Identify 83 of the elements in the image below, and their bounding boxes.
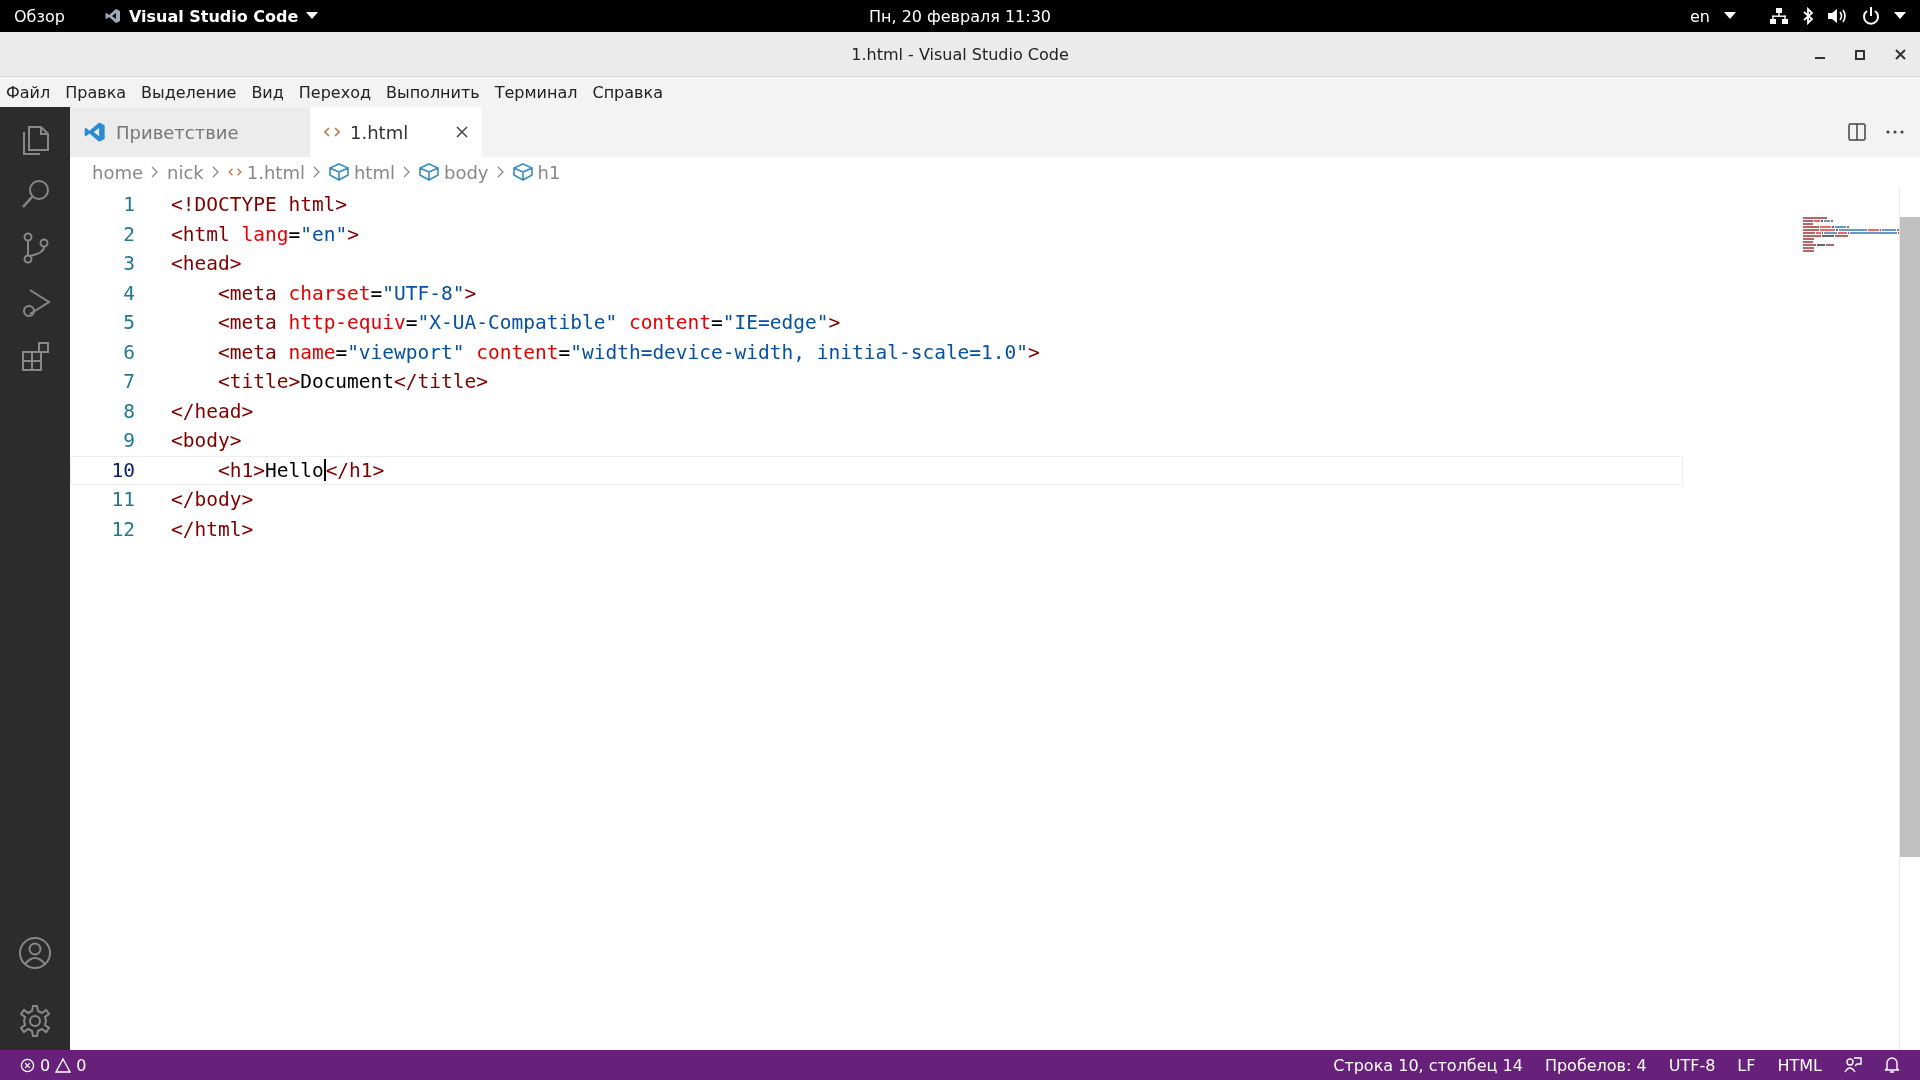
- language-indicator[interactable]: en: [1690, 6, 1710, 26]
- code-line: <h1>Hello</h1>: [216, 458, 385, 482]
- menu-item[interactable]: Справка: [592, 82, 663, 102]
- volume-icon[interactable]: [1828, 8, 1848, 24]
- menu-item[interactable]: Файл: [6, 82, 51, 102]
- app-icon: [104, 8, 121, 24]
- line-number: 10: [110, 458, 135, 482]
- problems-indicator[interactable]: 0 0: [20, 1055, 87, 1075]
- breadcrumb-item[interactable]: h1: [537, 161, 561, 183]
- code-line: <meta http-equiv="X-UA-Compatible" content="IE=edge">: [216, 311, 841, 335]
- line-number: 6: [122, 340, 135, 364]
- breadcrumb-item[interactable]: nick: [167, 161, 204, 183]
- line-number: 11: [110, 488, 135, 512]
- more-icon[interactable]: [1886, 130, 1904, 134]
- menu-item[interactable]: Терминал: [494, 82, 578, 102]
- cube-icon: [512, 163, 533, 181]
- editor-tab[interactable]: 1.html: [310, 107, 482, 157]
- line-number: 4: [122, 281, 135, 305]
- power-icon[interactable]: [1862, 7, 1880, 25]
- line-number: 7: [122, 370, 135, 394]
- close-icon[interactable]: [456, 126, 468, 138]
- code-line: </body>: [171, 488, 254, 512]
- code-line: <meta charset="UTF-8">: [216, 281, 477, 305]
- dropdown-icon[interactable]: [306, 12, 319, 20]
- line-number: 3: [122, 252, 135, 276]
- menu-item[interactable]: Правка: [65, 82, 127, 102]
- app-name[interactable]: Visual Studio Code: [128, 6, 299, 26]
- cursor-position[interactable]: Строка 10, столбец 14: [1333, 1055, 1523, 1075]
- dropdown-icon[interactable]: [1724, 12, 1736, 20]
- code-line: <head>: [171, 252, 242, 276]
- cube-icon: [328, 163, 349, 181]
- code-icon: [324, 126, 340, 138]
- clock[interactable]: Пн, 20 февраля 11:30: [868, 6, 1052, 26]
- code-line: <body>: [171, 429, 242, 453]
- breadcrumb-item[interactable]: body: [443, 161, 489, 183]
- account-icon[interactable]: [18, 936, 52, 970]
- line-number: 8: [122, 399, 135, 423]
- activities-button[interactable]: Обзор: [14, 6, 65, 26]
- chevron-icon: [312, 166, 321, 178]
- line-ending[interactable]: LF: [1737, 1055, 1756, 1075]
- code-line: <!DOCTYPE html>: [171, 193, 348, 217]
- split-editor-icon[interactable]: [1848, 123, 1866, 141]
- dropdown-icon[interactable]: [1894, 12, 1906, 20]
- line-number: 9: [122, 429, 135, 453]
- language-mode[interactable]: HTML: [1777, 1055, 1822, 1075]
- chevron-icon: [151, 166, 160, 178]
- line-number: 5: [122, 311, 135, 335]
- maximize-icon[interactable]: [1855, 49, 1865, 60]
- menu-item[interactable]: Выделение: [141, 82, 237, 102]
- feedback-icon[interactable]: [1844, 1056, 1862, 1074]
- encoding[interactable]: UTF-8: [1668, 1055, 1716, 1075]
- menu-item[interactable]: Вид: [251, 82, 284, 102]
- chevron-icon: [496, 166, 505, 178]
- extensions-icon[interactable]: [20, 341, 52, 373]
- code-icon: [227, 167, 242, 177]
- run-debug-icon[interactable]: [20, 287, 52, 319]
- search-icon[interactable]: [20, 177, 52, 209]
- code-line: </html>: [171, 517, 254, 541]
- bluetooth-icon[interactable]: [1802, 7, 1814, 25]
- chevron-icon: [211, 166, 220, 178]
- network-icon[interactable]: [1770, 8, 1788, 24]
- line-number: 1: [122, 193, 135, 217]
- window-title: 1.html - Visual Studio Code: [851, 44, 1069, 64]
- breadcrumb-item[interactable]: 1.html: [246, 161, 305, 183]
- scrollbar[interactable]: [1899, 187, 1920, 1050]
- code-line: </head>: [171, 399, 254, 423]
- editor-tab[interactable]: Приветствие: [70, 107, 310, 157]
- line-number: 12: [110, 517, 135, 541]
- code-line: <meta name="viewport" content="width=device-width, initial-scale=1.0">: [216, 340, 1040, 364]
- cube-icon: [418, 163, 439, 181]
- menu-item[interactable]: Выполнить: [386, 82, 480, 102]
- breadcrumb-item[interactable]: home: [92, 161, 144, 183]
- code-line: <title>Document</title>: [216, 370, 488, 394]
- close-icon[interactable]: [1895, 49, 1906, 60]
- menu-item[interactable]: Переход: [298, 82, 372, 102]
- notification-icon[interactable]: [1884, 1056, 1900, 1074]
- chevron-icon: [402, 166, 411, 178]
- indentation[interactable]: Пробелов: 4: [1544, 1055, 1647, 1075]
- code-line: <html lang="en">: [171, 222, 359, 246]
- breadcrumb-item[interactable]: html: [353, 161, 395, 183]
- line-number: 2: [122, 222, 135, 246]
- logo-icon: [84, 121, 106, 143]
- settings-icon[interactable]: [18, 1004, 52, 1038]
